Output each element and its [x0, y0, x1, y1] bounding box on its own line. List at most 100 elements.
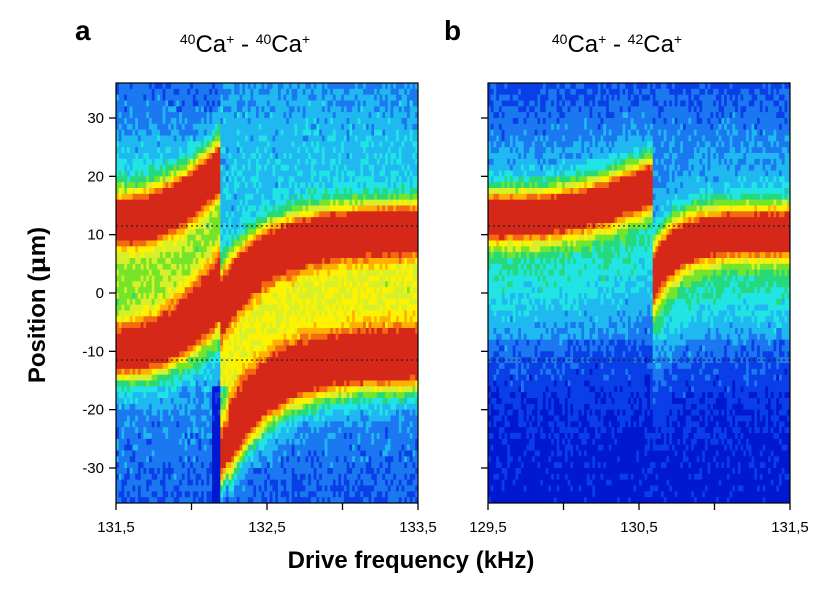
- panel-a-cell: [319, 339, 323, 346]
- panel-a-cell: [385, 123, 389, 131]
- panel-a-cell: [148, 298, 153, 306]
- panel-a-cell: [357, 333, 361, 341]
- panel-a-cell: [286, 182, 290, 189]
- panel-a-cell: [234, 199, 238, 206]
- panel-a-cell: [173, 112, 177, 119]
- panel-a-cell: [132, 293, 136, 300]
- panel-a-cell: [302, 269, 306, 276]
- panel-a-cell: [201, 345, 205, 352]
- panel-a-cell: [357, 100, 361, 107]
- panel-a-cell: [146, 293, 150, 300]
- panel-a-cell: [343, 193, 347, 201]
- panel-a-cell: [360, 94, 364, 101]
- panel-a-cell: [162, 199, 166, 206]
- panel-a-title-sup1: 40: [180, 31, 196, 47]
- panel-a-cell: [272, 83, 276, 90]
- panel-a-cell: [398, 328, 402, 335]
- panel-a-cell: [396, 304, 400, 311]
- panel-a-cell: [305, 316, 309, 323]
- panel-a-cell: [258, 234, 262, 241]
- panel-a-cell: [129, 240, 133, 247]
- panel-a-cell: [398, 176, 402, 183]
- panel-a-cell: [151, 310, 155, 317]
- panel-a-cell: [146, 217, 150, 224]
- panel-a-cell: [201, 135, 205, 142]
- panel-a-cell: [234, 135, 238, 142]
- panel-a-cell: [376, 100, 380, 107]
- panel-a-cell: [275, 228, 279, 236]
- panel-a-cell: [143, 100, 147, 107]
- panel-a-cell: [253, 106, 257, 113]
- panel-a-cell: [310, 129, 315, 136]
- panel-a-cell: [302, 106, 306, 113]
- panel-a-cell: [140, 339, 144, 346]
- panel-a-cell: [118, 252, 122, 259]
- panel-a-cell: [173, 118, 177, 125]
- panel-a-cell: [176, 94, 180, 101]
- panel-a-cell: [376, 158, 380, 166]
- panel-a-cell: [302, 147, 306, 154]
- panel-a-cell: [269, 258, 273, 265]
- panel-a-cell: [286, 176, 290, 183]
- panel-a-cell: [385, 234, 389, 241]
- panel-a-cell: [195, 316, 199, 323]
- panel-a-cell: [267, 182, 271, 189]
- panel-a-cell: [203, 293, 207, 300]
- panel-a-cell: [275, 153, 279, 160]
- panel-a-cell: [297, 129, 301, 136]
- panel-a-cell: [148, 316, 153, 323]
- panel-a-cell: [316, 310, 320, 317]
- panel-a-cell: [319, 281, 323, 288]
- panel-a-cell: [291, 83, 295, 90]
- panel-a-cell: [283, 211, 287, 218]
- panel-a-cell: [277, 275, 282, 282]
- panel-a-cell: [173, 269, 177, 276]
- panel-a-cell: [291, 228, 295, 236]
- panel-a-cell: [165, 100, 169, 107]
- panel-a-cell: [401, 176, 405, 183]
- panel-a-cell: [267, 281, 271, 288]
- panel-a-cell: [390, 328, 394, 335]
- panel-a-cell: [354, 106, 358, 113]
- panel-a-cell: [398, 269, 402, 276]
- panel-a-cell: [223, 293, 227, 300]
- panel-a-cell: [118, 304, 122, 311]
- panel-a-cell: [357, 275, 361, 282]
- panel-a-cell: [343, 112, 347, 119]
- panel-a-cell: [332, 158, 336, 166]
- panel-a-cell: [143, 141, 147, 148]
- panel-a-cell: [310, 322, 315, 329]
- panel-a-cell: [316, 106, 320, 113]
- panel-a-cell: [148, 176, 153, 183]
- panel-a-cell: [159, 182, 164, 189]
- panel-a-cell: [269, 193, 273, 201]
- panel-a-cell: [256, 328, 260, 335]
- panel-a-cell: [376, 293, 380, 300]
- panel-a-cell: [228, 153, 232, 160]
- panel-a-cell: [335, 322, 339, 329]
- panel-a-cell: [143, 269, 147, 276]
- panel-a-cell: [305, 118, 309, 125]
- panel-a-cell: [247, 287, 251, 294]
- panel-a-cell: [256, 333, 260, 341]
- panel-a-cell: [280, 310, 284, 317]
- panel-a-cell: [165, 269, 169, 276]
- panel-a-cell: [129, 199, 133, 206]
- panel-a-cell: [203, 333, 207, 341]
- panel-a-cell: [305, 170, 309, 177]
- panel-a-cell: [253, 123, 257, 131]
- panel-a-cell: [217, 176, 221, 183]
- panel-a-cell: [330, 147, 334, 154]
- panel-a-cell: [212, 322, 216, 329]
- panel-a-cell: [330, 322, 334, 329]
- panel-a-cell: [190, 164, 194, 171]
- panel-a-cell: [212, 158, 216, 166]
- panel-a-cell: [256, 304, 260, 311]
- panel-a-cell: [126, 310, 131, 317]
- panel-a-cell: [346, 246, 350, 253]
- panel-a-cell: [253, 287, 257, 294]
- panel-a-cell: [157, 269, 161, 276]
- panel-a-cell: [374, 176, 378, 183]
- panel-a-cell: [335, 135, 339, 142]
- panel-a-cell: [267, 217, 271, 224]
